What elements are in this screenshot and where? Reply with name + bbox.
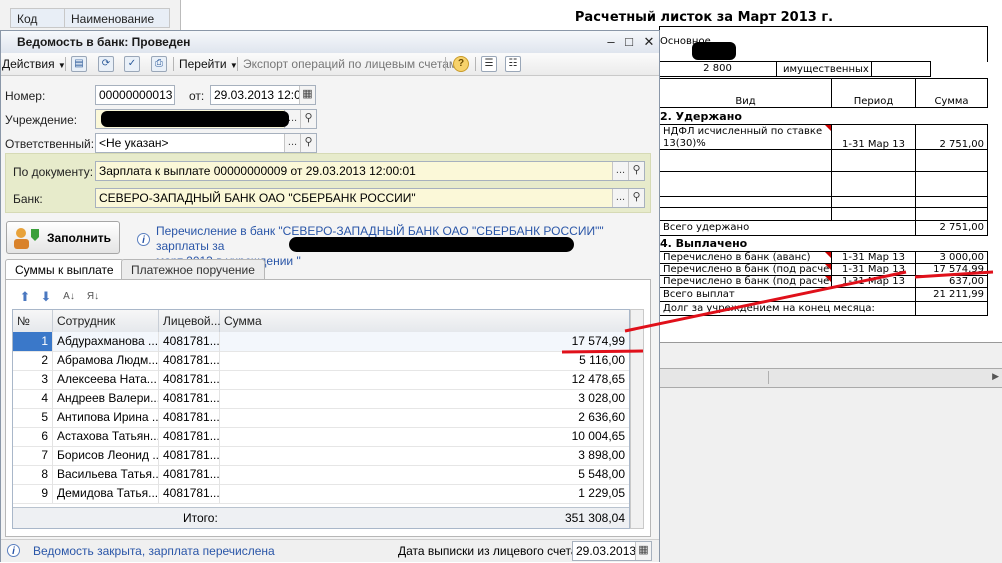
annotation-connector (624, 270, 907, 333)
red-annotation (561, 270, 994, 354)
annotation-underline-right (914, 270, 994, 279)
annotation-underline-left (561, 349, 644, 354)
